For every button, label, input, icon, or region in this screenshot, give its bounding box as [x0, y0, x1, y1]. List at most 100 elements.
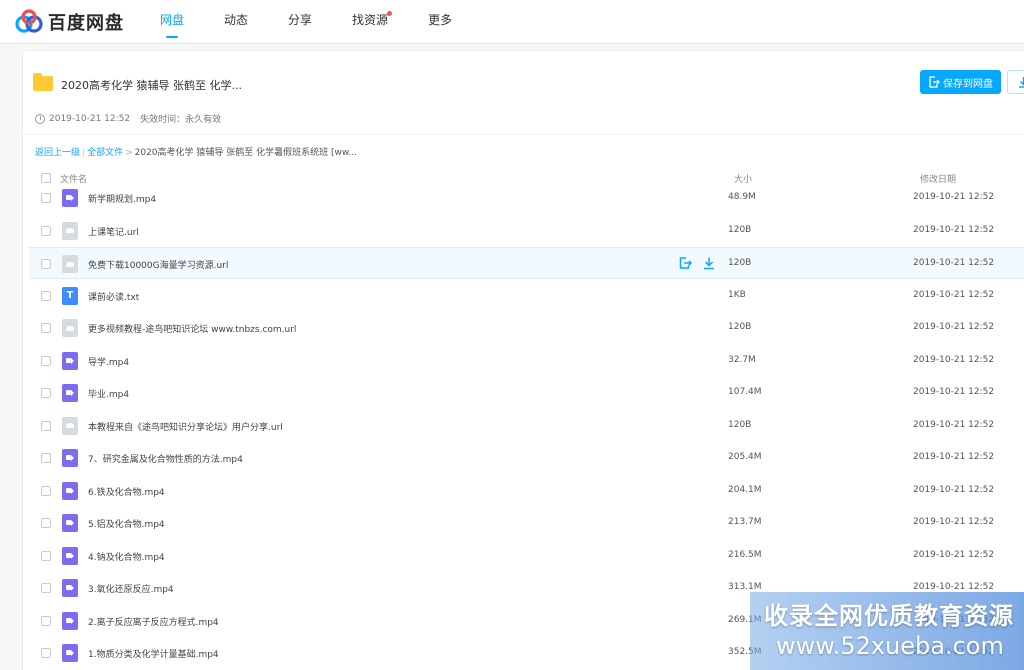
brand-logo[interactable]: 百度网盘 [14, 8, 124, 36]
main-nav: 网盘 动态 分享 找资源 更多 [160, 0, 492, 44]
top-nav-bar: 百度网盘 网盘 动态 分享 找资源 更多 [0, 0, 1024, 44]
file-name-link[interactable]: 本教程来自《途鸟吧知识分享论坛》用户分享.url [88, 420, 283, 433]
share-title: 2020高考化学 猿辅导 张鹤至 化学... [61, 79, 242, 92]
row-checkbox[interactable] [41, 615, 51, 626]
file-modified-date: 2019-10-21 12:52 [913, 192, 995, 202]
file-size: 313.1M [728, 582, 762, 592]
file-modified-date: 2019-10-21 12:52 [913, 517, 995, 527]
download-button[interactable] [1007, 70, 1024, 94]
link-file-icon [62, 255, 78, 273]
file-name-link[interactable]: 更多视频教程-途鸟吧知识论坛 www.tnbzs.com.url [88, 322, 296, 335]
file-row[interactable]: 导学.mp4 32.7M 2019-10-21 12:52 [29, 345, 1024, 377]
nav-tab-find-resources[interactable]: 找资源 [352, 0, 393, 44]
video-file-icon [62, 546, 78, 565]
file-row[interactable]: 6.铁及化合物.mp4 204.1M 2019-10-21 12:52 [29, 475, 1024, 507]
nav-tab-share[interactable]: 分享 [288, 0, 312, 44]
text-file-icon: T [62, 286, 78, 305]
file-modified-date: 2019-10-21 12:52 [913, 452, 995, 462]
file-row[interactable]: 5.铝及化合物.mp4 213.7M 2019-10-21 12:52 [29, 507, 1024, 539]
video-file-icon [62, 514, 78, 532]
row-checkbox[interactable] [41, 259, 51, 269]
row-checkbox[interactable] [41, 583, 51, 593]
file-size: 1KB [728, 289, 746, 300]
file-name-link[interactable]: 毕业.mp4 [88, 387, 129, 400]
save-icon [929, 76, 940, 88]
brand-name: 百度网盘 [48, 13, 124, 34]
file-name-link[interactable]: 新学期规划.mp4 [88, 192, 156, 205]
file-modified-date: 2019-10-21 12:52 [913, 322, 995, 332]
file-size: 205.4M [728, 452, 762, 462]
file-row[interactable]: 更多视频教程-途鸟吧知识论坛 www.tnbzs.com.url 120B 2019… [29, 312, 1024, 344]
nav-tab-netdisk[interactable]: 网盘 [160, 0, 184, 44]
breadcrumb: 返回上一级 | 全部文件 >2020高考化学 猿辅导 张鹤至 化学暑假班系统班 [ww… [35, 148, 357, 158]
save-button-label: 保存到网盘 [943, 78, 993, 90]
video-file-icon [62, 449, 78, 467]
row-checkbox[interactable] [41, 193, 51, 203]
file-row[interactable]: 4.钠及化合物.mp4 216.5M 2019-10-21 12:52 [29, 540, 1024, 572]
file-modified-date: 2019-10-21 12:52 [913, 224, 995, 235]
video-file-icon [62, 384, 78, 402]
file-size: 120B [728, 419, 752, 430]
file-size: 107.4M [728, 387, 762, 397]
file-modified-date: 2019-10-21 12:52 [913, 484, 995, 495]
watermark-text-line1: 收录全网优质教育资源 [764, 602, 1014, 630]
file-size: 213.7M [728, 517, 762, 527]
row-save-icon[interactable] [678, 256, 692, 270]
file-name-link[interactable]: 2.离子反应离子反应方程式.mp4 [88, 615, 219, 628]
row-checkbox[interactable] [41, 453, 51, 463]
row-checkbox[interactable] [41, 518, 51, 528]
file-row[interactable]: 毕业.mp4 107.4M 2019-10-21 12:52 [29, 377, 1024, 409]
file-name-link[interactable]: 6.铁及化合物.mp4 [88, 485, 165, 498]
watermark-text-line2: www.52xueba.com [776, 632, 1004, 660]
breadcrumb-all-files-link[interactable]: 全部文件 [87, 148, 123, 158]
file-size: 120B [728, 322, 752, 332]
file-name-link[interactable]: 3.氧化还原反应.mp4 [88, 582, 174, 595]
nav-tab-feed[interactable]: 动态 [224, 0, 248, 44]
notification-dot [387, 11, 393, 16]
file-name-link[interactable]: 导学.mp4 [88, 355, 129, 368]
video-file-icon [62, 611, 78, 630]
file-size: 216.5M [728, 549, 762, 560]
file-name-link[interactable]: 4.钠及化合物.mp4 [88, 550, 165, 563]
row-checkbox[interactable] [41, 290, 51, 301]
file-modified-date: 2019-10-21 12:52 [913, 354, 995, 365]
file-modified-date: 2019-10-21 12:52 [913, 387, 995, 397]
row-checkbox[interactable] [41, 420, 51, 431]
nav-tab-more[interactable]: 更多 [428, 0, 452, 44]
file-size: 32.7M [728, 354, 756, 365]
row-checkbox[interactable] [41, 388, 51, 398]
video-file-icon [62, 481, 78, 500]
file-name-link[interactable]: 上课笔记.url [88, 225, 139, 238]
row-checkbox[interactable] [41, 225, 51, 236]
file-row[interactable]: 上课笔记.url 120B 2019-10-21 12:52 [29, 215, 1024, 247]
link-file-icon [62, 416, 78, 435]
row-checkbox[interactable] [41, 323, 51, 333]
file-size: 204.1M [728, 484, 762, 495]
share-meta: 2019-10-21 12:52 失效时间：永久有效 [35, 112, 221, 125]
clock-icon [35, 113, 45, 124]
download-icon [1019, 77, 1024, 88]
file-row[interactable]: 本教程来自《途鸟吧知识分享论坛》用户分享.url 120B 2019-10-21 1… [29, 410, 1024, 442]
breadcrumb-back-link[interactable]: 返回上一级 [35, 148, 80, 158]
row-checkbox[interactable] [41, 355, 51, 366]
file-size: 120B [728, 258, 752, 268]
file-row[interactable]: T 课前必读.txt 1KB 2019-10-21 12:52 [29, 280, 1024, 312]
folder-icon [33, 73, 53, 91]
save-to-netdisk-button[interactable]: 保存到网盘 [920, 70, 1001, 94]
file-name-link[interactable]: 课前必读.txt [88, 290, 139, 303]
row-checkbox[interactable] [41, 648, 51, 658]
link-file-icon [62, 319, 78, 337]
row-actions [678, 256, 716, 270]
file-row[interactable]: 7、研究金属及化合物性质的方法.mp4 205.4M 2019-10-21 12:5… [29, 442, 1024, 474]
file-name-link[interactable]: 1.物质分类及化学计量基础.mp4 [88, 647, 219, 660]
row-download-icon[interactable] [702, 256, 716, 270]
file-modified-date: 2019-10-21 12:52 [913, 419, 995, 430]
row-checkbox[interactable] [41, 550, 51, 561]
file-row[interactable]: 新学期规划.mp4 48.9M 2019-10-21 12:52 [29, 182, 1024, 214]
row-checkbox[interactable] [41, 485, 51, 496]
file-name-link[interactable]: 免费下载10000G海量学习资源.url [88, 258, 228, 271]
video-file-icon [62, 644, 78, 662]
file-name-link[interactable]: 5.铝及化合物.mp4 [88, 517, 165, 530]
file-name-link[interactable]: 7、研究金属及化合物性质的方法.mp4 [88, 452, 243, 465]
file-row[interactable]: 免费下载10000G海量学习资源.url 120B 2019-10-21 12:52 [29, 247, 1024, 279]
